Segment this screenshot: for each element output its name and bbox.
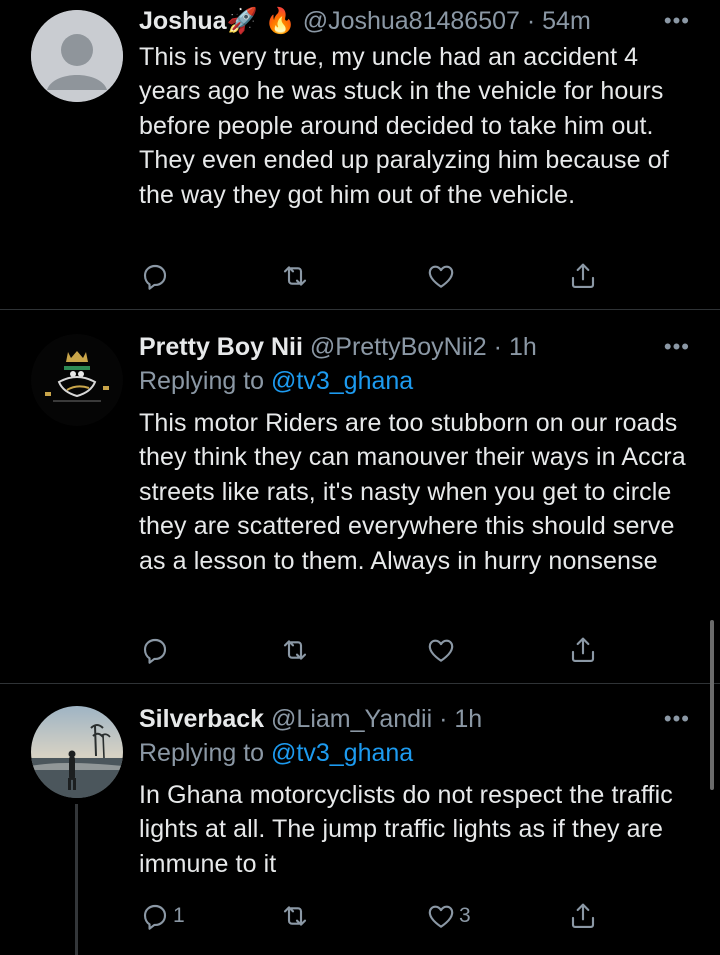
beach-photo-avatar-icon [31,706,123,798]
tweet-text: In Ghana motorcyclists do not respect th… [139,781,673,878]
user-handle[interactable]: @Joshua81486507 [303,7,520,35]
timestamp[interactable]: 1h [509,333,537,361]
retweet-icon [283,640,307,660]
retweet-icon [283,266,307,286]
separator-dot: · [526,7,536,35]
like-icon [428,265,454,288]
tweet-header: Silverback @Liam_Yandii · 1h [139,702,690,736]
user-handle[interactable]: @PrettyBoyNii2 [310,333,487,361]
more-icon[interactable]: ••• [664,8,690,34]
tweet-text: This motor Riders are too stubborn on ou… [139,409,686,575]
retweet-button[interactable] [279,258,313,294]
reply-button[interactable] [139,258,173,294]
tweet[interactable]: Silverback @Liam_Yandii · 1h ••• Replyin… [0,684,720,955]
timestamp[interactable]: 54m [542,7,591,35]
retweet-icon [283,906,307,926]
display-name[interactable]: Joshua🚀 🔥 [139,7,296,35]
default-avatar-icon [31,10,123,102]
separator-dot: · [493,333,502,361]
share-icon [571,637,595,662]
replying-to: Replying to @tv3_ghana [139,364,690,398]
action-bar [139,258,599,294]
action-bar [139,632,599,668]
avatar[interactable] [31,706,123,798]
tweet[interactable]: Pretty Boy Nii @PrettyBoyNii2 · 1h ••• R… [0,310,720,684]
thread-line [75,804,78,955]
user-handle[interactable]: @Liam_Yandii [271,705,432,733]
more-icon[interactable]: ••• [664,334,690,360]
timestamp[interactable]: 1h [454,705,482,733]
replying-to-mention[interactable]: @tv3_ghana [271,367,413,395]
tweet-header: Joshua🚀 🔥 @Joshua81486507 · 54m [139,4,690,38]
display-name[interactable]: Silverback [139,705,264,733]
reply-count: 1 [173,904,185,927]
share-button[interactable] [567,898,599,934]
replying-to-mention[interactable]: @tv3_ghana [271,739,413,767]
reply-icon [143,264,167,290]
reply-icon [143,904,167,930]
replying-to-label: Replying to [139,367,272,395]
replying-to-label: Replying to [139,739,272,767]
like-icon [428,639,454,662]
replying-to: Replying to @tv3_ghana [139,736,690,770]
share-icon [571,263,595,288]
retweet-button[interactable] [279,632,313,668]
share-button[interactable] [567,632,599,668]
tweet-header: Pretty Boy Nii @PrettyBoyNii2 · 1h [139,330,690,364]
reply-button[interactable] [139,632,173,668]
reply-icon [143,638,167,664]
like-button[interactable] [425,258,459,294]
like-button[interactable] [425,632,459,668]
like-count: 3 [459,904,471,927]
share-button[interactable] [567,258,599,294]
display-name[interactable]: Pretty Boy Nii [139,333,303,361]
action-bar: 1 3 [139,898,599,934]
avatar[interactable] [31,10,123,102]
lounge-logo-avatar-icon [31,334,123,426]
separator-dot: · [439,705,448,733]
avatar[interactable] [31,334,123,426]
like-button[interactable]: 3 [425,898,471,934]
scrollbar[interactable] [710,620,714,790]
reply-button[interactable]: 1 [139,898,185,934]
share-icon [571,903,595,928]
retweet-button[interactable] [279,898,313,934]
like-icon [428,905,454,928]
more-icon[interactable]: ••• [664,706,690,732]
tweet[interactable]: Joshua🚀 🔥 @Joshua81486507 · 54m ••• This… [0,0,720,310]
tweet-text: This is very true, my uncle had an accid… [139,43,669,209]
